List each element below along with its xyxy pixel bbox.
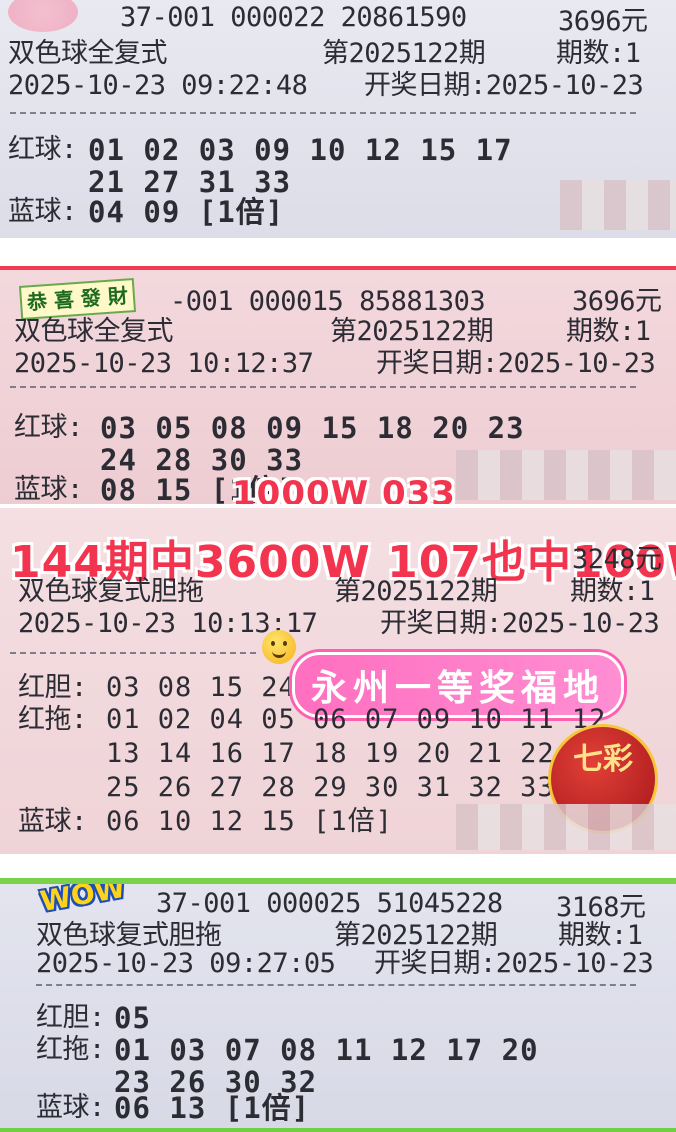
red-ball-numbers: 03 05 08 09 15 18 20 23 bbox=[100, 411, 525, 445]
ticket-serial: 37-001 000025 51045228 bbox=[156, 888, 503, 919]
red-dan-label: 红胆: bbox=[36, 1002, 105, 1033]
red-ball-numbers: 01 02 03 09 10 12 15 17 bbox=[88, 133, 513, 167]
divider bbox=[10, 652, 256, 654]
ticket-draw-date: 开奖日期:2025-10-23 bbox=[364, 70, 644, 101]
ticket-serial: 37-001 000022 20861590 bbox=[120, 2, 467, 33]
blue-ball-numbers: 04 09 [1倍] bbox=[88, 195, 285, 229]
ticket-draw-date: 开奖日期:2025-10-23 bbox=[374, 948, 654, 979]
mosaic-blur bbox=[456, 450, 676, 500]
ticket-periods: 期数:1 bbox=[570, 576, 655, 607]
ticket-datetime: 2025-10-23 09:22:48 bbox=[8, 70, 308, 101]
blue-ball-numbers: 06 10 12 15 [1倍] bbox=[106, 806, 393, 837]
blue-ball-label: 蓝球: bbox=[14, 474, 83, 504]
ticket-datetime: 2025-10-23 09:27:05 bbox=[36, 948, 336, 979]
lottery-ticket-3: 144期中3600W 107也中100W 3248元 双色球复式胆拖 第2025… bbox=[0, 508, 676, 854]
smiley-icon bbox=[262, 630, 296, 664]
red-tuo-label: 红拖: bbox=[18, 704, 87, 735]
blue-ball-label: 蓝球: bbox=[8, 196, 77, 227]
red-tuo-label: 红拖: bbox=[36, 1034, 105, 1065]
ticket-issue: 第2025122期 bbox=[330, 316, 494, 347]
ticket-issue: 第2025122期 bbox=[322, 38, 486, 69]
lottery-ticket-2: 恭 喜 發 財 -001 000015 85881303 3696元 双色球全复… bbox=[0, 266, 676, 504]
red-tuo-numbers: 01 03 07 08 11 12 17 20 bbox=[114, 1033, 539, 1067]
red-tuo-numbers: 25 26 27 28 29 30 31 32 33 bbox=[106, 772, 555, 803]
divider bbox=[36, 984, 636, 986]
red-dan-label: 红胆: bbox=[18, 672, 87, 703]
wow-sticker: WOW bbox=[37, 878, 128, 919]
red-dan-numbers: 03 08 15 24 bbox=[106, 672, 296, 703]
ticket-price: 3696元 bbox=[558, 6, 648, 37]
ticket-issue: 第2025122期 bbox=[334, 576, 498, 607]
ticket-type: 双色球复式胆拖 bbox=[18, 576, 204, 607]
ticket-periods: 期数:1 bbox=[566, 316, 651, 347]
lottery-ticket-1: 37-001 000022 20861590 3696元 双色球全复式 第202… bbox=[0, 0, 676, 238]
ticket-draw-date: 开奖日期:2025-10-23 bbox=[376, 348, 656, 379]
flower-sticker bbox=[8, 0, 78, 32]
ticket-type: 双色球全复式 bbox=[8, 38, 168, 69]
gongxi-facai-sticker: 恭 喜 發 財 bbox=[18, 278, 136, 320]
blue-ball-label: 蓝球: bbox=[18, 806, 87, 837]
red-ball-numbers: 21 27 31 33 bbox=[88, 165, 292, 199]
blue-ball-numbers: 06 13 [1倍] bbox=[114, 1091, 311, 1125]
overlay-banner: 1000W 033 bbox=[232, 474, 456, 504]
ticket-serial: -001 000015 85881303 bbox=[170, 286, 486, 317]
mosaic-blur bbox=[456, 804, 676, 850]
red-tuo-numbers: 01 02 04 05 06 07 09 10 11 12 bbox=[106, 704, 607, 735]
lottery-ticket-4: WOW 37-001 000025 51045228 3168元 双色球复式胆拖… bbox=[0, 878, 676, 1132]
ticket-draw-date: 开奖日期:2025-10-23 bbox=[380, 608, 660, 639]
divider bbox=[10, 386, 636, 388]
ticket-datetime: 2025-10-23 10:12:37 bbox=[14, 348, 314, 379]
ticket-price: 3248元 bbox=[572, 544, 662, 575]
mosaic-blur bbox=[560, 180, 676, 230]
divider bbox=[10, 112, 636, 114]
blue-ball-label: 蓝球: bbox=[36, 1092, 105, 1123]
red-ball-label: 红球: bbox=[14, 412, 83, 443]
ticket-periods: 期数:1 bbox=[556, 38, 641, 69]
red-ball-numbers: 24 28 30 33 bbox=[100, 443, 304, 477]
red-dan-numbers: 05 bbox=[114, 1001, 151, 1035]
red-tuo-numbers: 13 14 16 17 18 19 20 21 22 23 bbox=[106, 738, 607, 769]
ticket-type: 双色球全复式 bbox=[14, 316, 174, 347]
ticket-price: 3696元 bbox=[572, 286, 662, 317]
red-ball-label: 红球: bbox=[8, 134, 77, 165]
